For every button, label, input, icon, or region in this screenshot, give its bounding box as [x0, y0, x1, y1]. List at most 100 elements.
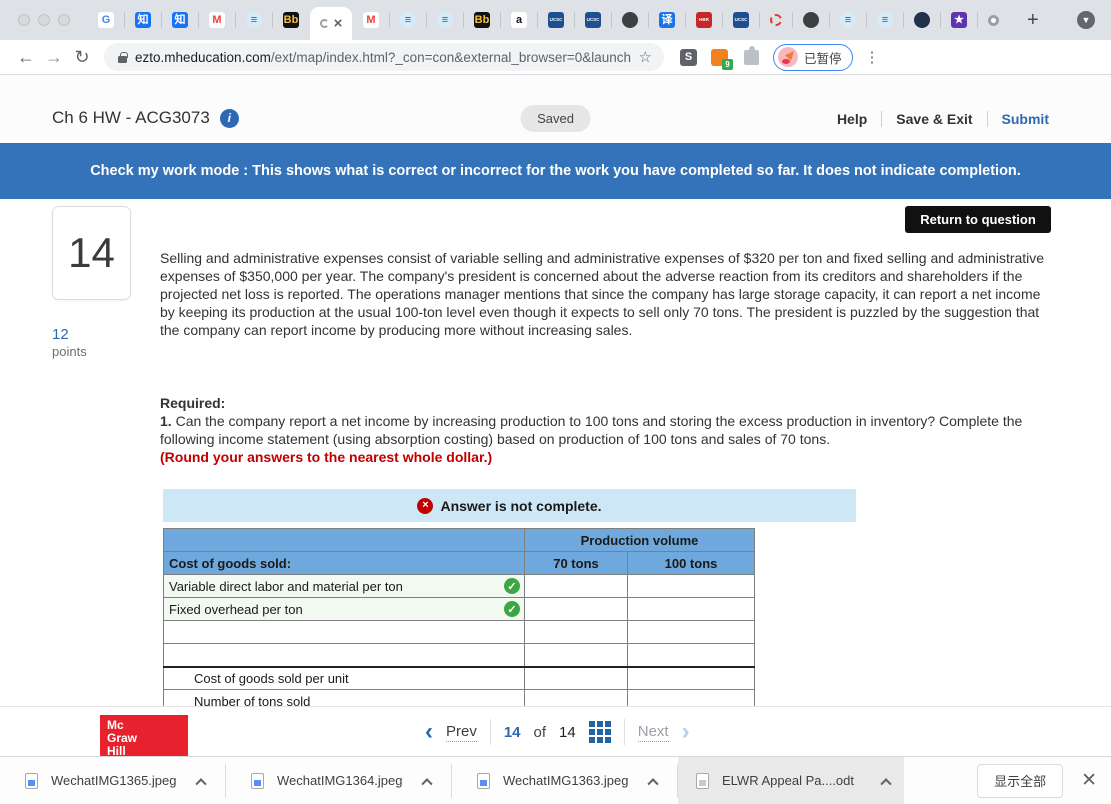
download-filename: WechatIMG1365.jpeg — [51, 773, 177, 788]
ucsc-favicon[interactable]: UCSC — [538, 12, 575, 28]
new-tab-button[interactable]: + — [1019, 9, 1047, 32]
download-item[interactable]: WechatIMG1365.jpeg — [0, 757, 225, 804]
answer-cell[interactable] — [626, 574, 756, 598]
waves-favicon[interactable]: ≡ — [427, 12, 464, 28]
next-chevron-icon[interactable]: › — [682, 720, 690, 744]
waves-favicon[interactable]: ≡ — [867, 12, 904, 28]
zhihu-favicon[interactable]: 知 — [125, 12, 162, 28]
header-divider — [881, 111, 883, 127]
prev-chevron-icon[interactable]: ‹ — [425, 720, 433, 744]
profile-status-label: 已暂停 — [804, 51, 842, 66]
back-icon[interactable]: ← — [12, 47, 40, 68]
pinned-tabs-left: G 知知 M ≡ Bb — [88, 0, 309, 40]
answer-cell[interactable] — [626, 643, 756, 668]
page-separator: of — [533, 723, 547, 741]
table-row — [163, 620, 756, 644]
jpeg-file-icon — [477, 772, 490, 789]
active-tab[interactable]: × — [310, 7, 352, 40]
extensions-puzzle-icon[interactable] — [744, 45, 759, 65]
gmail-favicon[interactable]: M — [353, 12, 390, 28]
check-my-work-banner: Check my work mode : This shows what is … — [0, 143, 1111, 199]
required-text: 1. Can the company report a net income b… — [160, 413, 1023, 447]
download-menu-chevron-icon[interactable] — [880, 777, 892, 789]
ucsc-favicon[interactable]: UCSC — [575, 12, 612, 28]
globe-favicon[interactable] — [612, 12, 649, 28]
answer-cell[interactable] — [626, 620, 756, 644]
reload-icon[interactable]: ↻ — [68, 47, 96, 68]
points-value: 12 — [52, 326, 69, 343]
window-close-button[interactable] — [18, 14, 30, 26]
tab-close-icon[interactable]: × — [334, 16, 343, 31]
odt-file-icon — [696, 772, 709, 789]
answer-cell[interactable] — [524, 666, 628, 690]
bookmark-star-icon[interactable]: ☆ — [639, 48, 652, 66]
ucsc-favicon[interactable]: UCSC — [723, 12, 760, 28]
hbr-favicon[interactable]: HBR — [686, 12, 723, 28]
record-dashed-favicon[interactable] — [760, 12, 793, 28]
answer-cell[interactable] — [524, 574, 628, 598]
forward-icon[interactable]: → — [40, 47, 68, 68]
question-pager: ‹ Prev 14 of 14 Next › — [425, 707, 690, 756]
rounding-note: (Round your answers to the nearest whole… — [160, 449, 493, 465]
required-label: Required: — [160, 395, 226, 411]
address-bar[interactable]: ezto.mheducation.com/ext/map/index.html?… — [104, 43, 664, 71]
google-favicon[interactable]: G — [88, 12, 125, 28]
lock-icon[interactable] — [118, 51, 128, 63]
submit-button[interactable]: Submit — [1002, 111, 1049, 127]
download-menu-chevron-icon[interactable] — [421, 777, 433, 789]
return-to-question-button[interactable]: Return to question — [905, 206, 1051, 233]
zhihu-favicon[interactable]: 知 — [162, 12, 199, 28]
answer-cell[interactable] — [524, 643, 628, 668]
help-button[interactable]: Help — [837, 111, 867, 127]
assignment-header: Ch 6 HW - ACG3073 i Saved Help Save & Ex… — [0, 75, 1111, 143]
save-exit-button[interactable]: Save & Exit — [896, 111, 972, 127]
amazon-favicon[interactable]: a — [501, 12, 538, 28]
globe-favicon[interactable] — [793, 12, 830, 28]
answer-cell[interactable] — [524, 689, 628, 706]
next-button[interactable]: Next — [637, 723, 669, 742]
question-map-grid-icon[interactable] — [588, 721, 611, 743]
gmail-favicon[interactable]: M — [199, 12, 236, 28]
download-item[interactable]: WechatIMG1364.jpeg — [226, 757, 451, 804]
url-text[interactable]: ezto.mheducation.com/ext/map/index.html?… — [135, 50, 631, 65]
row-label: Fixed overhead per ton ✓ — [163, 597, 525, 621]
show-all-downloads-button[interactable]: 显示全部 — [977, 763, 1064, 798]
shield-star-favicon[interactable]: ★ — [941, 12, 978, 28]
browser-ring-favicon[interactable] — [978, 12, 1009, 28]
answer-cell[interactable] — [626, 666, 756, 690]
question-number-card: 14 — [52, 206, 131, 300]
download-menu-chevron-icon[interactable] — [647, 777, 659, 789]
window-zoom-button[interactable] — [58, 14, 70, 26]
waves-favicon[interactable]: ≡ — [390, 12, 427, 28]
browser-menu-icon[interactable]: ⋮ — [865, 48, 880, 66]
answer-cell[interactable] — [626, 597, 756, 621]
downloads-close-icon[interactable]: ✕ — [1081, 769, 1097, 792]
answer-cell[interactable] — [524, 597, 628, 621]
info-icon[interactable]: i — [219, 108, 239, 128]
total-pages: 14 — [559, 723, 576, 741]
blackboard-favicon[interactable]: Bb — [464, 12, 501, 28]
answer-cell[interactable] — [626, 689, 756, 706]
answer-cell[interactable] — [524, 620, 628, 644]
download-item[interactable]: WechatIMG1363.jpeg — [452, 757, 677, 804]
translate-favicon[interactable]: 译 — [649, 12, 686, 28]
active-tab-favicon — [319, 19, 329, 28]
extension-s-icon[interactable]: S — [680, 48, 697, 66]
pinned-tabs-right: M ≡ ≡ Bb a UCSC UCSC 译 HBR UCSC ≡ ≡ ★ — [353, 0, 1009, 40]
download-menu-chevron-icon[interactable] — [195, 777, 207, 789]
extension-orange-icon[interactable]: 9 — [711, 48, 733, 70]
url-domain: ezto.mheducation.com — [135, 49, 271, 65]
browser-tab-strip: G 知知 M ≡ Bb × M ≡ ≡ Bb a UCSC UCSC 译 HBR UCSC ≡ ≡ ★ + ▼ — [0, 0, 1111, 40]
navy-globe-favicon[interactable] — [904, 12, 941, 28]
download-filename: WechatIMG1364.jpeg — [277, 773, 403, 788]
profile-chip[interactable]: 已暂停 — [773, 43, 853, 71]
download-item[interactable]: ELWR Appeal Pa....odt — [678, 756, 904, 804]
prev-button[interactable]: Prev — [446, 723, 477, 742]
current-page: 14 — [503, 723, 521, 741]
tab-search-chevron-icon[interactable]: ▼ — [1077, 11, 1095, 29]
blackboard-favicon[interactable]: Bb — [273, 12, 309, 28]
waves-favicon[interactable]: ≡ — [236, 12, 273, 28]
window-minimize-button[interactable] — [38, 14, 50, 26]
waves-favicon[interactable]: ≡ — [830, 12, 867, 28]
table-row: Fixed overhead per ton ✓ — [163, 597, 756, 621]
